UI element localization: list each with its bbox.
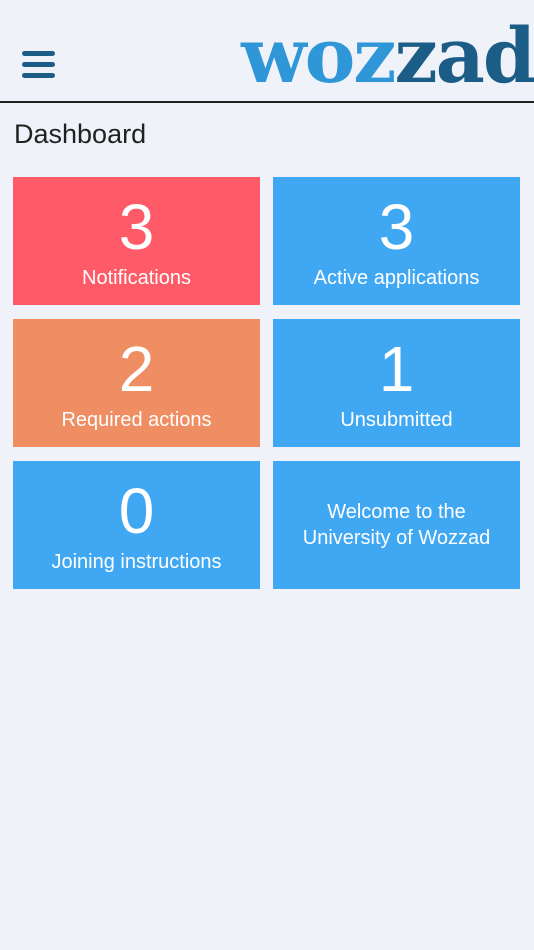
- top-bar: wozzad: [0, 0, 534, 103]
- joining-instructions-tile[interactable]: 0 Joining instructions: [13, 461, 260, 589]
- menu-button[interactable]: [18, 45, 58, 83]
- unsubmitted-label: Unsubmitted: [340, 409, 453, 431]
- logo-text-dark: zad: [394, 11, 534, 100]
- hamburger-menu-icon-bar: [22, 73, 55, 78]
- unsubmitted-count: 1: [378, 333, 415, 405]
- welcome-line-2: University of Wozzad: [302, 527, 491, 549]
- required-actions-tile[interactable]: 2 Required actions: [13, 319, 260, 447]
- active-applications-tile[interactable]: 3 Active applications: [273, 177, 520, 305]
- active-applications-count: 3: [378, 191, 415, 263]
- notifications-tile[interactable]: 3 Notifications: [13, 177, 260, 305]
- notifications-label: Notifications: [82, 267, 191, 289]
- notifications-count: 3: [118, 191, 155, 263]
- app-root: wozzad Dashboard 3 Notifications 3 Activ…: [0, 0, 534, 950]
- active-applications-label: Active applications: [313, 267, 480, 289]
- hamburger-menu-icon-bar: [22, 62, 55, 67]
- welcome-message: Welcome to the University of Wozzad: [283, 499, 510, 551]
- hamburger-menu-icon: [22, 51, 55, 56]
- brand-logo: wozzad: [241, 16, 534, 96]
- required-actions-count: 2: [118, 333, 155, 405]
- joining-instructions-count: 0: [118, 475, 155, 547]
- joining-instructions-label: Joining instructions: [51, 551, 222, 573]
- welcome-tile[interactable]: Welcome to the University of Wozzad: [273, 461, 520, 589]
- welcome-line-1: Welcome to the: [327, 501, 466, 523]
- required-actions-label: Required actions: [61, 409, 212, 431]
- logo-text-light: woz: [241, 11, 396, 100]
- unsubmitted-tile[interactable]: 1 Unsubmitted: [273, 319, 520, 447]
- page-title: Dashboard: [14, 119, 147, 149]
